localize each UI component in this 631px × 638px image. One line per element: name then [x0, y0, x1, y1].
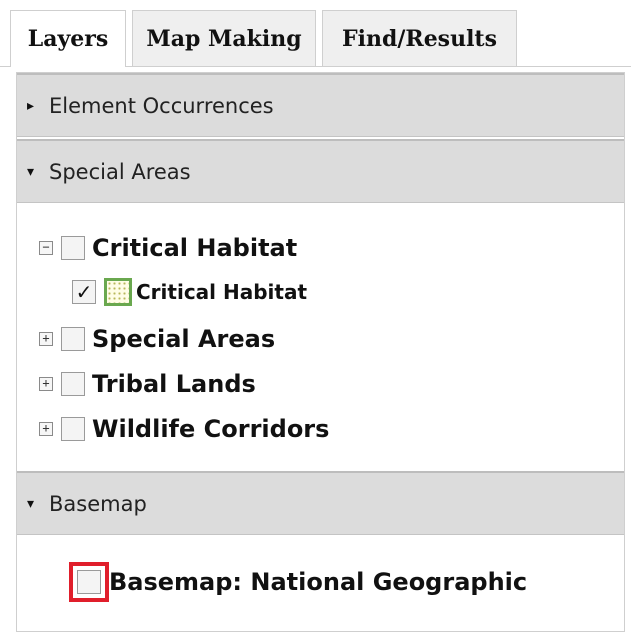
special-areas-checkbox[interactable] [61, 327, 85, 351]
layer-label-tribal-lands: Tribal Lands [92, 370, 256, 398]
section-header-special-areas[interactable]: ▾ Special Areas [17, 139, 624, 203]
section-label-basemap: Basemap [49, 491, 147, 516]
layer-group-special-areas: + Special Areas [39, 325, 275, 353]
layer-group-tribal-lands: + Tribal Lands [39, 370, 256, 398]
critical-habitat-layer-checkbox[interactable]: ✓ [72, 280, 96, 304]
collapsed-arrow-icon: ▸ [27, 97, 35, 114]
layer-label-critical-habitat-group: Critical Habitat [92, 234, 298, 262]
basemap-options: Basemap: National Geographic [17, 536, 624, 631]
wildlife-corridors-checkbox[interactable] [61, 417, 85, 441]
expanded-arrow-icon: ▾ [27, 163, 35, 180]
expand-toggle-icon[interactable]: + [39, 332, 53, 346]
checkmark-icon: ✓ [75, 280, 93, 304]
critical-habitat-legend-swatch-icon [104, 278, 132, 306]
layer-group-critical-habitat: − Critical Habitat [39, 234, 297, 262]
critical-habitat-group-checkbox[interactable] [61, 236, 85, 260]
tab-find-results[interactable]: Find/Results [322, 10, 517, 66]
basemap-label: Basemap: National Geographic [109, 568, 528, 596]
layers-panel: ▸ Element Occurrences ▾ Special Areas − … [16, 72, 625, 632]
section-label-element-occurrences: Element Occurrences [49, 93, 274, 118]
layer-item-critical-habitat: ✓ Critical Habitat [72, 278, 307, 306]
tab-layers[interactable]: Layers [10, 10, 126, 67]
basemap-checkbox-highlight[interactable] [69, 562, 109, 602]
expand-toggle-icon[interactable]: + [39, 377, 53, 391]
section-header-basemap[interactable]: ▾ Basemap [17, 471, 624, 535]
tab-map-making[interactable]: Map Making [132, 10, 316, 66]
special-areas-layer-tree: − Critical Habitat ✓ Critical Habitat + … [17, 204, 624, 470]
tribal-lands-checkbox[interactable] [61, 372, 85, 396]
expand-toggle-icon[interactable]: + [39, 422, 53, 436]
layer-group-wildlife-corridors: + Wildlife Corridors [39, 415, 329, 443]
collapse-toggle-icon[interactable]: − [39, 241, 53, 255]
tab-bar: Layers Map Making Find/Results [0, 0, 631, 68]
expanded-arrow-icon: ▾ [27, 495, 35, 512]
section-header-element-occurrences[interactable]: ▸ Element Occurrences [17, 73, 624, 137]
layer-label-special-areas: Special Areas [92, 325, 276, 353]
section-label-special-areas: Special Areas [49, 159, 191, 184]
basemap-option-national-geographic: Basemap: National Geographic [69, 562, 527, 602]
layer-label-critical-habitat: Critical Habitat [136, 280, 308, 304]
basemap-checkbox[interactable] [77, 570, 101, 594]
layer-label-wildlife-corridors: Wildlife Corridors [92, 415, 330, 443]
